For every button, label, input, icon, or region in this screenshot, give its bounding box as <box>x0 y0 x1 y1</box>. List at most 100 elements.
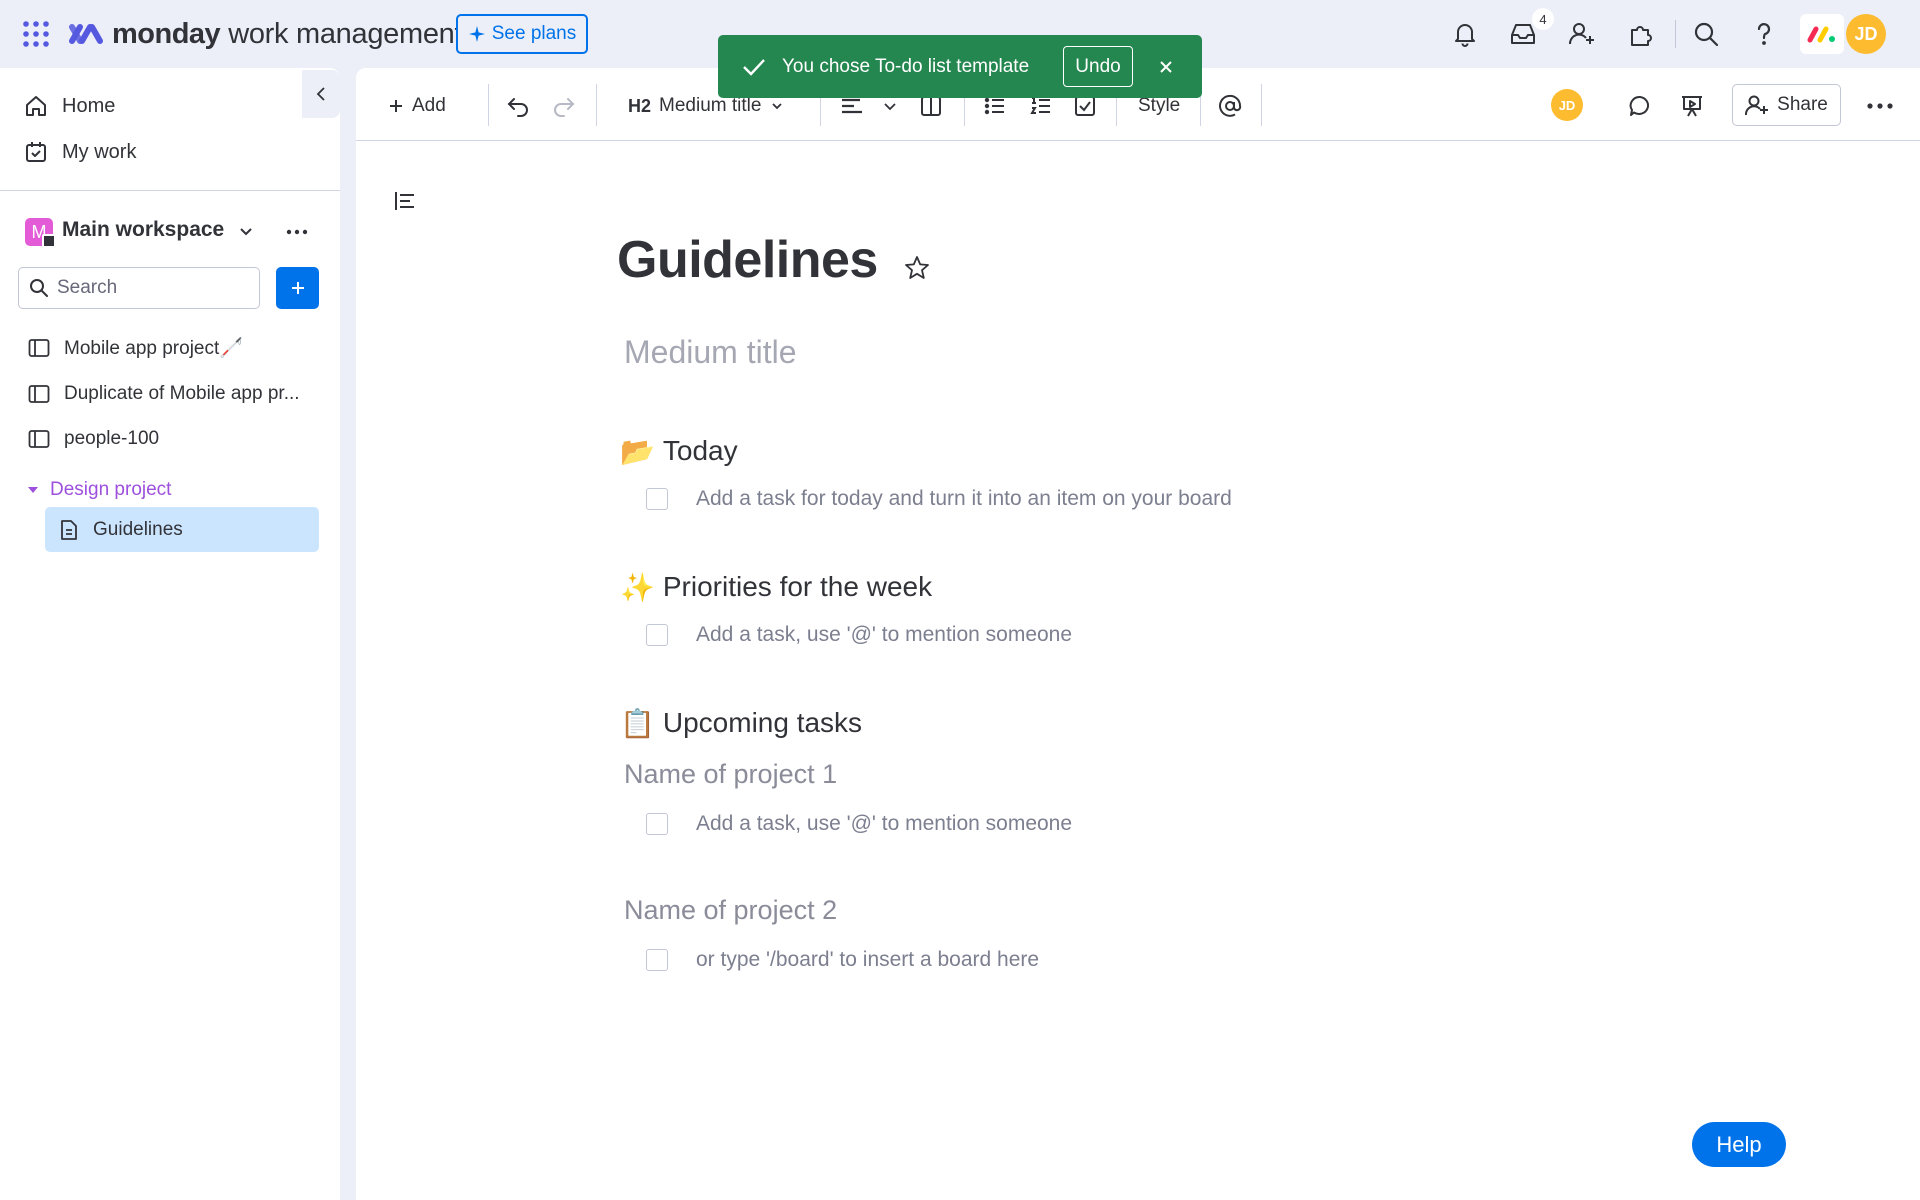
project-heading[interactable]: Name of project 2 <box>624 895 837 926</box>
home-icon <box>26 96 46 116</box>
task-placeholder: Add a task for today and turn it into an… <box>696 487 1232 510</box>
style-label: Style <box>1138 95 1181 116</box>
task-placeholder: or type '/board' to insert a board here <box>696 948 1040 971</box>
product-name: work management <box>228 17 463 50</box>
sidebar-board-item[interactable]: people-100 <box>28 419 159 459</box>
invite-members-icon[interactable] <box>1564 16 1600 52</box>
task-checkbox[interactable] <box>646 813 668 835</box>
outline-toggle-icon[interactable] <box>394 190 418 212</box>
task-row[interactable]: Add a task, use '@' to mention someone <box>646 619 1072 651</box>
sidebar-board-item[interactable]: Duplicate of Mobile app pr... <box>28 374 300 414</box>
board-icon <box>28 385 50 403</box>
toast-message: You chose To-do list template <box>782 55 1030 77</box>
undo-button[interactable]: Undo <box>1063 46 1133 87</box>
checkmark-icon <box>743 58 765 76</box>
search-placeholder: Search <box>57 277 118 298</box>
chevron-left-icon <box>316 87 325 101</box>
nav-my-work[interactable]: My work <box>24 134 136 170</box>
project-heading[interactable]: Name of project 1 <box>624 759 837 790</box>
chevron-down-icon <box>772 103 783 110</box>
close-toast-icon[interactable] <box>1152 53 1180 81</box>
workspace-more-icon[interactable] <box>285 222 309 242</box>
monday-products-switcher[interactable] <box>1800 14 1844 54</box>
clipboard-emoji-icon: 📋 <box>620 707 655 739</box>
add-item-button[interactable] <box>276 267 319 309</box>
comments-bubble-icon[interactable] <box>1628 86 1652 126</box>
folder-caret-down-icon <box>28 487 38 493</box>
task-checkbox[interactable] <box>646 624 668 646</box>
nav-home[interactable]: Home <box>24 88 115 124</box>
heading-style-label: Medium title <box>659 95 762 116</box>
task-row[interactable]: Add a task for today and turn it into an… <box>646 483 1232 515</box>
see-plans-button[interactable]: See plans <box>456 14 588 54</box>
folder-label: Design project <box>50 479 172 500</box>
document-icon <box>61 519 77 540</box>
search-icon <box>30 279 48 297</box>
workspace-chevron-down-icon[interactable] <box>236 222 256 242</box>
section-heading-upcoming[interactable]: 📋 Upcoming tasks <box>620 701 862 745</box>
monday-logo[interactable]: monday work management <box>68 17 463 50</box>
integrations-puzzle-icon[interactable] <box>1623 16 1659 52</box>
task-checkbox[interactable] <box>646 949 668 971</box>
present-icon[interactable] <box>1680 86 1704 126</box>
sidebar-divider <box>0 190 340 191</box>
workspace-name[interactable]: Main workspace <box>62 218 224 242</box>
folder-emoji-icon: 📂 <box>620 435 655 467</box>
search-icon[interactable] <box>1688 16 1724 52</box>
board-item-label: Duplicate of Mobile app pr... <box>64 383 300 404</box>
sidebar-search-input[interactable]: Search <box>18 267 260 309</box>
top-divider <box>1675 20 1676 48</box>
help-question-icon[interactable] <box>1746 16 1782 52</box>
task-row[interactable]: or type '/board' to insert a board here <box>646 944 1039 976</box>
toolbar-add-button[interactable]: Add <box>388 86 446 126</box>
collaborator-avatar[interactable]: JD <box>1551 89 1583 121</box>
sidebar-board-item[interactable]: Mobile app project🦯 <box>28 328 243 368</box>
task-row[interactable]: Add a task, use '@' to mention someone <box>646 808 1072 840</box>
monday-products-icon <box>1807 26 1835 43</box>
undo-icon[interactable] <box>506 86 530 126</box>
board-icon <box>28 430 50 448</box>
more-options-icon[interactable] <box>1866 86 1894 126</box>
success-toast: You chose To-do list template Undo <box>718 35 1202 98</box>
section-heading-today[interactable]: 📂 Today <box>620 429 738 473</box>
apps-grid-icon[interactable] <box>22 20 50 48</box>
collapse-sidebar-button[interactable] <box>302 70 340 118</box>
doc-title[interactable]: Guidelines <box>617 230 878 290</box>
share-person-icon <box>1745 95 1769 116</box>
main-document-area <box>356 68 1920 1200</box>
share-button[interactable]: Share <box>1732 84 1841 126</box>
redo-icon[interactable] <box>552 86 576 126</box>
heading-tag-icon: H2 <box>628 95 652 116</box>
task-placeholder: Add a task, use '@' to mention someone <box>696 623 1073 646</box>
section-heading-priorities[interactable]: ✨ Priorities for the week <box>620 565 932 609</box>
user-avatar[interactable]: JD <box>1846 14 1886 54</box>
inbox-count-badge: 4 <box>1532 8 1554 30</box>
toolbar-separator <box>488 84 489 126</box>
sparkles-emoji-icon: ✨ <box>620 571 655 603</box>
sparkle-icon <box>468 26 485 42</box>
mention-at-icon[interactable] <box>1218 86 1242 126</box>
section-title: Upcoming tasks <box>662 707 863 738</box>
toolbar-separator <box>596 84 597 126</box>
monday-logo-icon <box>69 24 103 44</box>
plus-icon <box>291 282 304 294</box>
board-item-label: Mobile app project🦯 <box>64 338 243 359</box>
calendar-check-icon <box>26 142 46 162</box>
help-button[interactable]: Help <box>1692 1122 1786 1167</box>
see-plans-label: See plans <box>491 23 577 44</box>
doc-subtitle-placeholder[interactable]: Medium title <box>624 334 797 371</box>
task-placeholder: Add a task, use '@' to mention someone <box>696 812 1073 835</box>
doc-item-label: Guidelines <box>93 518 183 540</box>
sidebar-doc-guidelines[interactable]: Guidelines <box>45 507 319 552</box>
share-label: Share <box>1777 94 1828 115</box>
nav-my-work-label: My work <box>62 140 137 163</box>
workspace-home-icon <box>42 234 56 248</box>
toolbar-add-label: Add <box>412 95 446 116</box>
board-item-label: people-100 <box>64 428 160 449</box>
section-title: Today <box>662 435 738 466</box>
sidebar-folder-design-project[interactable]: Design project <box>26 470 171 510</box>
nav-home-label: Home <box>62 94 116 117</box>
task-checkbox[interactable] <box>646 488 668 510</box>
notifications-bell-icon[interactable] <box>1447 16 1483 52</box>
favorite-star-icon[interactable] <box>904 255 930 281</box>
